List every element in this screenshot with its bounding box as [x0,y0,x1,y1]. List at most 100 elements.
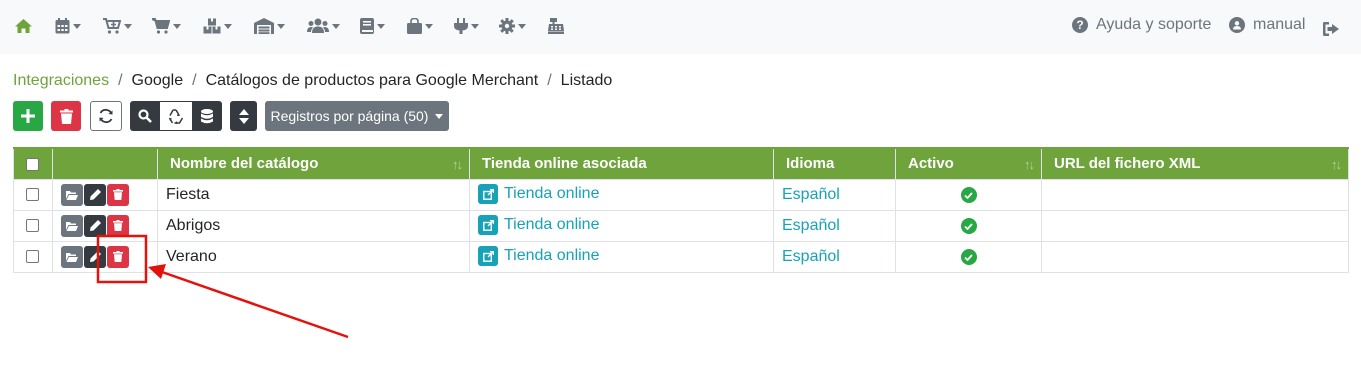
table-row: Abrigos Tienda online Español [13,209,1349,242]
catalog-name: Verano [157,240,470,273]
column-header-language: Idioma [773,147,896,180]
external-link-icon [478,215,498,236]
breadcrumb-item-google: Google [131,72,184,89]
database-icon [201,108,213,123]
table-header-row: Nombre del catálogo ↑↓ Tienda online asoc… [13,147,1349,180]
open-button[interactable] [61,183,83,206]
trash-icon [59,108,73,124]
gear-icon[interactable] [499,14,526,38]
sort-button[interactable] [230,101,257,131]
edit-button[interactable] [84,183,106,206]
refresh-button[interactable] [90,101,122,131]
cart-icon[interactable] [152,14,181,38]
row-select-cell [13,209,53,242]
language-cell: Español [773,209,896,242]
open-button[interactable] [61,214,83,237]
search-button[interactable] [130,101,160,131]
breadcrumb-separator: / [192,72,197,89]
breadcrumb: Integraciones / Google / Catálogos de pr… [13,72,612,90]
row-actions-cell [52,178,158,211]
check-circle-icon [960,218,977,234]
calendar-icon[interactable] [55,14,81,38]
column-header-active-label: Activo [908,155,954,173]
edit-button[interactable] [84,245,106,268]
sort-icon: ↑↓ [1024,157,1035,172]
cart-plus-icon[interactable] [103,14,132,38]
breadcrumb-item-catalogs: Catálogos de productos para Google Merch… [205,72,539,89]
active-cell [895,178,1042,211]
trash-icon [113,220,123,231]
language-link[interactable]: Español [782,248,840,265]
folder-open-icon [66,190,78,200]
active-cell [895,240,1042,273]
shopping-bag-icon[interactable] [407,14,433,38]
top-navbar: ? Ayuda y soporte manual [0,0,1361,54]
add-button[interactable] [13,101,43,131]
table-row: Fiesta Tienda online Español [13,178,1349,211]
active-cell [895,209,1042,242]
cash-register-icon[interactable] [548,14,564,38]
column-header-xml-url-label: URL del fichero XML [1054,155,1201,173]
recycle-button[interactable] [160,101,192,131]
delete-button[interactable] [107,245,129,268]
row-checkbox[interactable] [26,187,39,201]
row-checkbox[interactable] [26,218,39,232]
book-icon[interactable] [360,14,385,38]
delete-button[interactable] [107,183,129,206]
plug-icon[interactable] [454,14,479,38]
xml-url-cell [1041,240,1349,273]
open-button[interactable] [61,245,83,268]
records-per-page-label: Registros por página (50) [270,108,429,124]
store-link[interactable]: Tienda online [478,184,600,205]
store-link[interactable]: Tienda online [478,246,600,267]
language-cell: Español [773,240,896,273]
column-header-xml-url[interactable]: URL del fichero XML ↑↓ [1041,147,1349,180]
trash-icon [113,189,123,200]
help-support-link[interactable]: ? Ayuda y soporte [1072,16,1211,34]
check-circle-icon [960,187,977,203]
store-link-label: Tienda online [504,247,600,265]
store-link-label: Tienda online [504,185,600,203]
users-icon[interactable] [307,14,340,38]
breadcrumb-link-integraciones[interactable]: Integraciones [13,72,109,90]
store-link-label: Tienda online [504,216,600,234]
xml-url-cell [1041,209,1349,242]
pencil-icon [89,189,101,200]
recycle-icon [168,108,184,124]
breadcrumb-separator: / [118,72,123,89]
home-icon[interactable] [14,14,33,38]
row-actions-cell [52,209,158,242]
column-header-store-label: Tienda online asociada [482,155,647,173]
breadcrumb-separator: / [547,72,552,89]
store-cell: Tienda online [469,178,774,211]
folder-open-icon [66,221,78,231]
language-link[interactable]: Español [782,217,840,234]
store-link[interactable]: Tienda online [478,215,600,236]
edit-button[interactable] [84,214,106,237]
select-all-checkbox[interactable] [26,157,39,171]
pencil-icon [89,251,101,262]
user-name: manual [1253,16,1306,33]
catalog-name: Abrigos [157,209,470,242]
boxes-icon[interactable] [203,14,232,38]
row-select-cell [13,178,53,211]
user-menu[interactable]: manual [1229,16,1305,34]
delete-selected-button[interactable] [51,101,81,131]
column-header-active[interactable]: Activo ↑↓ [895,147,1042,180]
column-header-language-label: Idioma [786,155,835,173]
row-checkbox[interactable] [26,249,39,263]
xml-url-cell [1041,178,1349,211]
records-per-page-dropdown[interactable]: Registros por página (50) [265,101,449,131]
language-link[interactable]: Español [782,186,840,203]
warehouse-icon[interactable] [254,14,285,38]
select-all-header [13,147,53,180]
view-button-group [130,101,222,131]
annotation-arrow [161,270,349,339]
database-button[interactable] [192,101,222,131]
store-cell: Tienda online [469,209,774,242]
column-header-name[interactable]: Nombre del catálogo ↑↓ [157,147,470,180]
user-circle-icon [1229,17,1245,33]
folder-open-icon [66,252,78,262]
sign-out-icon[interactable] [1323,17,1339,41]
delete-button[interactable] [107,214,129,237]
